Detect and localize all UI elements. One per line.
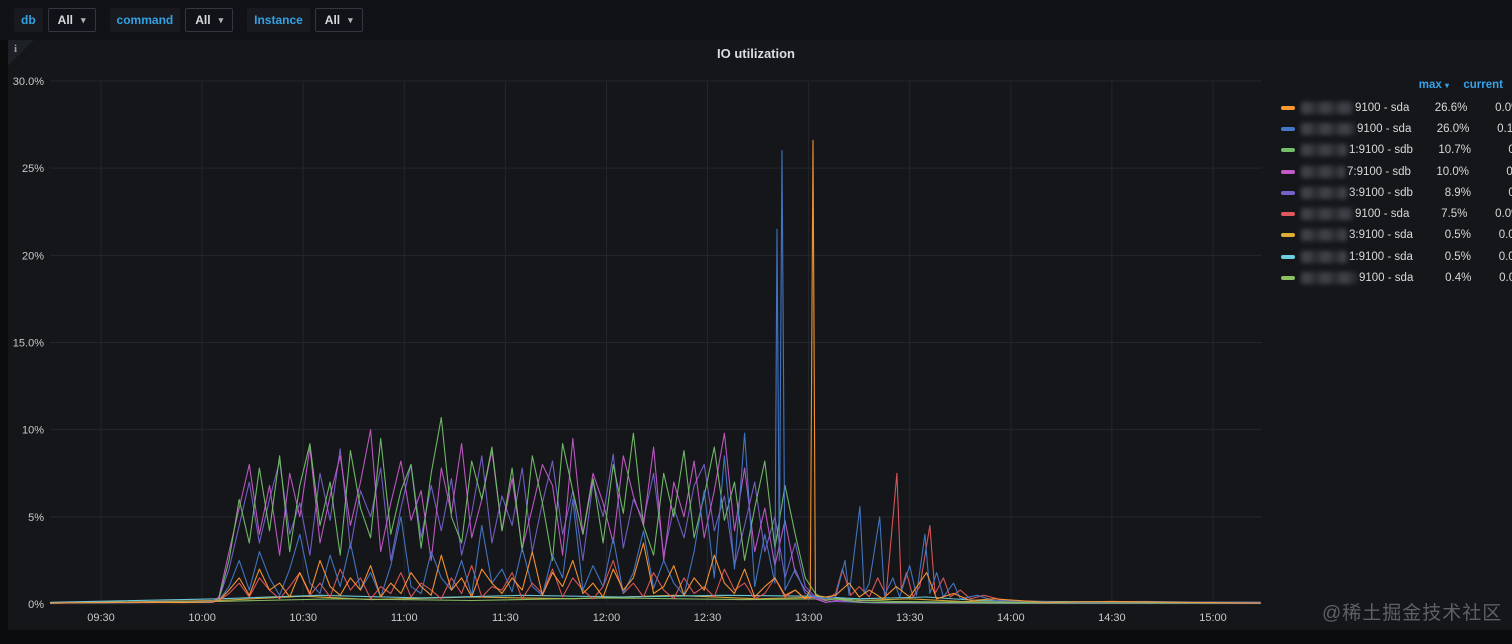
redacted-hostname: [1301, 272, 1357, 285]
y-axis-tick: 20%: [22, 250, 44, 262]
series-name[interactable]: 3:9100 - sda: [1301, 229, 1413, 242]
legend-header: max ▾ current: [1281, 75, 1503, 95]
legend-row: 1:9100 - sdb 10.7% 0%: [1281, 140, 1512, 161]
series-current-value: 0.0%: [1498, 250, 1512, 263]
series-name[interactable]: 7:9100 - sdb: [1301, 165, 1411, 178]
series-suffix: 9100 - sda: [1357, 122, 1412, 135]
legend-row: 9100 - sda 26.0% 0.1%: [1281, 118, 1512, 139]
series-current-value: 0%: [1506, 165, 1512, 178]
series-name[interactable]: 9100 - sda: [1301, 272, 1414, 285]
series-suffix: 1:9100 - sda: [1349, 250, 1413, 263]
series-current-value: 0.0%: [1495, 101, 1512, 114]
x-axis-tick: 13:00: [795, 612, 823, 624]
legend-row: 9100 - sda 7.5% 0.0%: [1281, 203, 1512, 224]
y-axis-tick: 5%: [28, 512, 44, 524]
series-max-value: 0.5%: [1444, 229, 1471, 242]
series-color-swatch: [1281, 105, 1295, 110]
grid: [50, 80, 1262, 605]
series-name[interactable]: 3:9100 - sdb: [1301, 186, 1413, 199]
series-suffix: 3:9100 - sdb: [1349, 186, 1413, 199]
x-axis-tick: 12:00: [593, 612, 621, 624]
x-axis-tick: 13:30: [896, 612, 924, 624]
redacted-hostname: [1301, 165, 1345, 178]
series-color-swatch: [1281, 190, 1295, 195]
legend-row: 1:9100 - sda 0.5% 0.0%: [1281, 246, 1512, 267]
y-axis-tick: 25%: [22, 163, 44, 175]
redacted-hostname: [1301, 122, 1355, 135]
x-axis-tick: 14:00: [997, 612, 1025, 624]
series-suffix: 9100 - sda: [1359, 272, 1414, 285]
series-color-swatch: [1281, 233, 1295, 238]
redacted-hostname: [1301, 101, 1353, 114]
series-current-value: 0.0%: [1498, 229, 1512, 242]
series-max-value: 26.0%: [1436, 122, 1470, 135]
series-name[interactable]: 9100 - sda: [1301, 101, 1410, 114]
series-max-value: 8.9%: [1444, 186, 1471, 199]
series-suffix: 1:9100 - sdb: [1349, 144, 1413, 157]
page-gutter: [0, 40, 8, 630]
series-color-swatch: [1281, 126, 1295, 131]
series-suffix: 9100 - sda: [1355, 101, 1410, 114]
series-name[interactable]: 1:9100 - sdb: [1301, 144, 1413, 157]
x-axis-tick: 10:30: [289, 612, 317, 624]
series-suffix: 9100 - sda: [1355, 208, 1410, 221]
legend: max ▾ current 9100 - sda26.6%0.0%9100 - …: [1281, 75, 1512, 289]
legend-row: 3:9100 - sda 0.5% 0.0%: [1281, 225, 1512, 246]
series-line: [49, 139, 1261, 604]
series-max-value: 26.6%: [1434, 101, 1468, 114]
legend-row: 9100 - sda 26.6% 0.0%: [1281, 97, 1512, 118]
series-color-swatch: [1281, 254, 1295, 259]
redacted-hostname: [1301, 250, 1347, 263]
series-color-swatch: [1281, 276, 1295, 281]
legend-sort-max[interactable]: max ▾: [1397, 79, 1449, 91]
chevron-down-icon: ▾: [1444, 81, 1449, 90]
watermark: @稀土掘金技术社区: [1322, 603, 1503, 624]
legend-sort-current[interactable]: current: [1455, 79, 1503, 91]
x-axis-tick: 12:30: [694, 612, 722, 624]
x-axis-tick: 11:00: [391, 612, 418, 624]
series-line: [49, 150, 1261, 604]
series-max-value: 0.4%: [1445, 272, 1472, 285]
series-max-value: 0.5%: [1444, 250, 1471, 263]
series-max-value: 10.0%: [1436, 165, 1469, 178]
y-axis-tick: 30.0%: [13, 76, 44, 88]
x-axis-tick: 11:30: [492, 612, 519, 624]
page-bottom: [0, 630, 1512, 644]
series-name[interactable]: 1:9100 - sda: [1301, 250, 1413, 263]
series-color-swatch: [1281, 148, 1295, 153]
y-axis-tick: 15.0%: [13, 338, 44, 350]
legend-row: 9100 - sda 0.4% 0.0%: [1281, 267, 1512, 288]
series-max-value: 10.7%: [1438, 144, 1471, 157]
redacted-hostname: [1301, 229, 1347, 242]
dashboard: db All ▾ command All ▾ Instance All ▾ i …: [0, 0, 1512, 644]
series-current-value: 0%: [1508, 186, 1512, 199]
series-name[interactable]: 9100 - sda: [1301, 208, 1410, 221]
series-color-swatch: [1281, 169, 1295, 174]
x-axis-tick: 09:30: [87, 612, 115, 624]
series-suffix: 3:9100 - sda: [1349, 229, 1413, 242]
series-current-value: 0.0%: [1499, 272, 1512, 285]
series-current-value: 0.1%: [1497, 122, 1512, 135]
series-max-value: 7.5%: [1441, 208, 1468, 221]
axis-labels: 0% 5% 10% 15.0% 20% 25% 30.0% 09:30 10:00 10:30 11…: [13, 76, 1227, 624]
redacted-hostname: [1301, 186, 1347, 199]
series-suffix: 7:9100 - sdb: [1347, 165, 1411, 178]
series-color-swatch: [1281, 212, 1295, 217]
redacted-hostname: [1301, 144, 1347, 157]
x-axis-tick: 15:00: [1199, 612, 1227, 624]
series-current-value: 0%: [1508, 144, 1512, 157]
y-axis-tick: 10%: [22, 425, 44, 437]
redacted-hostname: [1301, 208, 1353, 221]
series-lines: [49, 139, 1261, 604]
y-axis-tick: 0%: [28, 599, 44, 611]
x-axis-tick: 10:00: [188, 612, 216, 624]
legend-row: 7:9100 - sdb 10.0% 0%: [1281, 161, 1512, 182]
series-name[interactable]: 9100 - sda: [1301, 122, 1412, 135]
series-current-value: 0.0%: [1495, 208, 1512, 221]
x-axis-tick: 14:30: [1098, 612, 1126, 624]
legend-row: 3:9100 - sdb 8.9% 0%: [1281, 182, 1512, 203]
